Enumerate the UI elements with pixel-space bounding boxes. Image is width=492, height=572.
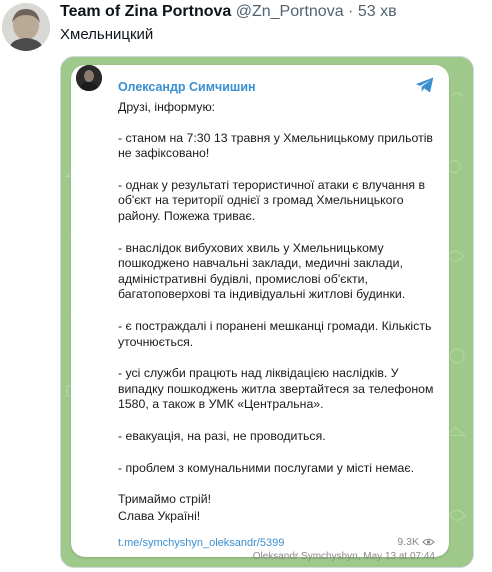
message-paragraph: - проблем з комунальними послугами у міс… bbox=[118, 460, 415, 475]
tweet-text: Хмельницкий bbox=[60, 26, 154, 43]
profile-avatar[interactable] bbox=[2, 3, 50, 51]
message-paragraph: Друзі, інформую: bbox=[118, 100, 216, 114]
telegram-post: Олександр Симчишин Друзі, інформую: - ст… bbox=[71, 65, 449, 562]
message-body: Друзі, інформую: - станом на 7:30 13 тра… bbox=[118, 100, 444, 540]
message-paragraph: - евакуація, на разі, не проводиться. bbox=[118, 428, 326, 443]
separator: · bbox=[348, 3, 354, 20]
tweet-media-image[interactable]: Олександр Симчишин Друзі, інформую: - ст… bbox=[60, 56, 474, 568]
message-paragraph: - однак у результаті терористичної атаки… bbox=[118, 177, 426, 223]
post-footer: Oleksandr Symchyshyn, May 13 at 07:44 bbox=[252, 551, 435, 562]
message-paragraph: Тримаймо стрій! bbox=[118, 492, 212, 507]
author-line: Team of Zina Portnova @Zn_Portnova · 53 … bbox=[60, 3, 397, 21]
message-paragraph: - усі служби працють над ліквідацією нас… bbox=[118, 366, 434, 412]
tweet-time[interactable]: 53 хв bbox=[358, 3, 397, 20]
view-count-value: 9.3K bbox=[397, 536, 419, 548]
message-paragraph: Слава Україні! bbox=[118, 508, 201, 523]
post-link[interactable]: t.me/symchyshyn_oleksandr/5399 bbox=[118, 537, 284, 549]
channel-name[interactable]: Олександр Симчишин bbox=[118, 80, 256, 94]
author-name[interactable]: Team of Zina Portnova bbox=[60, 3, 231, 20]
message-paragraph: - внаслідок вибухових хвиль у Хмельницьк… bbox=[118, 240, 406, 302]
message-paragraph: - є постраждалі і поранені мешканці гром… bbox=[118, 318, 432, 349]
tweet-header: Team of Zina Portnova @Zn_Portnova · 53 … bbox=[0, 0, 492, 56]
message-paragraph: - станом на 7:30 13 травня у Хмельницько… bbox=[118, 130, 433, 161]
eye-icon bbox=[422, 538, 435, 546]
telegram-logo-icon bbox=[415, 77, 434, 93]
author-handle[interactable]: @Zn_Portnova bbox=[236, 3, 344, 20]
view-count: 9.3K bbox=[397, 536, 435, 548]
channel-avatar[interactable] bbox=[76, 65, 102, 91]
